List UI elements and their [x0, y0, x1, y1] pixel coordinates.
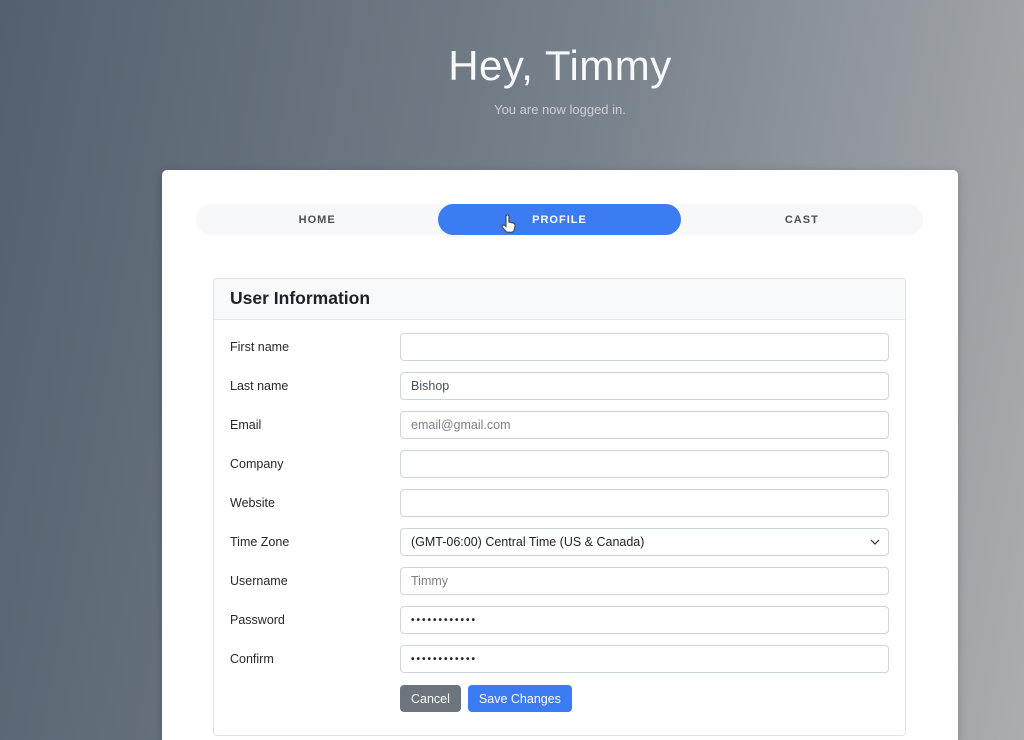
user-information-section: User Information First name Last name Em… [213, 278, 906, 736]
field-label: Time Zone [230, 535, 290, 549]
form-row: Time Zone (GMT-06:00) Central Time (US &… [230, 528, 889, 556]
tab-cast[interactable]: CAST [681, 204, 923, 235]
field-control [400, 450, 889, 478]
section-title: User Information [214, 279, 905, 320]
field-control [400, 645, 889, 673]
password-input[interactable] [400, 606, 889, 634]
hero-header: Hey, Timmy You are now logged in. [162, 42, 958, 117]
form-row: Email [230, 411, 889, 439]
website-input[interactable] [400, 489, 889, 517]
field-control: (GMT-06:00) Central Time (US & Canada) [400, 528, 889, 556]
company-input[interactable] [400, 450, 889, 478]
form-row: First name [230, 333, 889, 361]
field-label: Last name [230, 379, 289, 393]
first-name-input[interactable] [400, 333, 889, 361]
last-name-input[interactable] [400, 372, 889, 400]
username-input[interactable] [400, 567, 889, 595]
form-row: Password [230, 606, 889, 634]
field-label: Username [230, 574, 288, 588]
field-control [400, 372, 889, 400]
email-input[interactable] [400, 411, 889, 439]
page-title: Hey, Timmy [448, 42, 672, 89]
field-control [400, 567, 889, 595]
form-row: Website [230, 489, 889, 517]
tab-bar: HOME PROFILE CAST [196, 204, 923, 235]
time-zone-select[interactable]: (GMT-06:00) Central Time (US & Canada) [400, 528, 889, 556]
field-label: Email [230, 418, 262, 432]
form-body: First name Last name Email Company Websi… [214, 320, 905, 735]
confirm-input[interactable] [400, 645, 889, 673]
field-control [400, 411, 889, 439]
field-control [400, 489, 889, 517]
button-row: Cancel Save Changes [400, 685, 889, 712]
page-subtitle: You are now logged in. [494, 102, 626, 117]
form-row: Username [230, 567, 889, 595]
field-control [400, 606, 889, 634]
form-row: Last name [230, 372, 889, 400]
field-label: Company [230, 457, 284, 471]
field-label: Password [230, 613, 285, 627]
field-label: First name [230, 340, 290, 354]
field-label: Confirm [230, 652, 274, 666]
main-card: HOME PROFILE CAST User Information First n… [162, 170, 958, 740]
tab-home[interactable]: HOME [196, 204, 438, 235]
field-label: Website [230, 496, 275, 510]
field-control [400, 333, 889, 361]
cancel-button[interactable]: Cancel [400, 685, 461, 712]
save-changes-button[interactable]: Save Changes [467, 685, 572, 712]
form-row: Company [230, 450, 889, 478]
tab-profile[interactable]: PROFILE [438, 204, 681, 235]
form-row: Confirm [230, 645, 889, 673]
